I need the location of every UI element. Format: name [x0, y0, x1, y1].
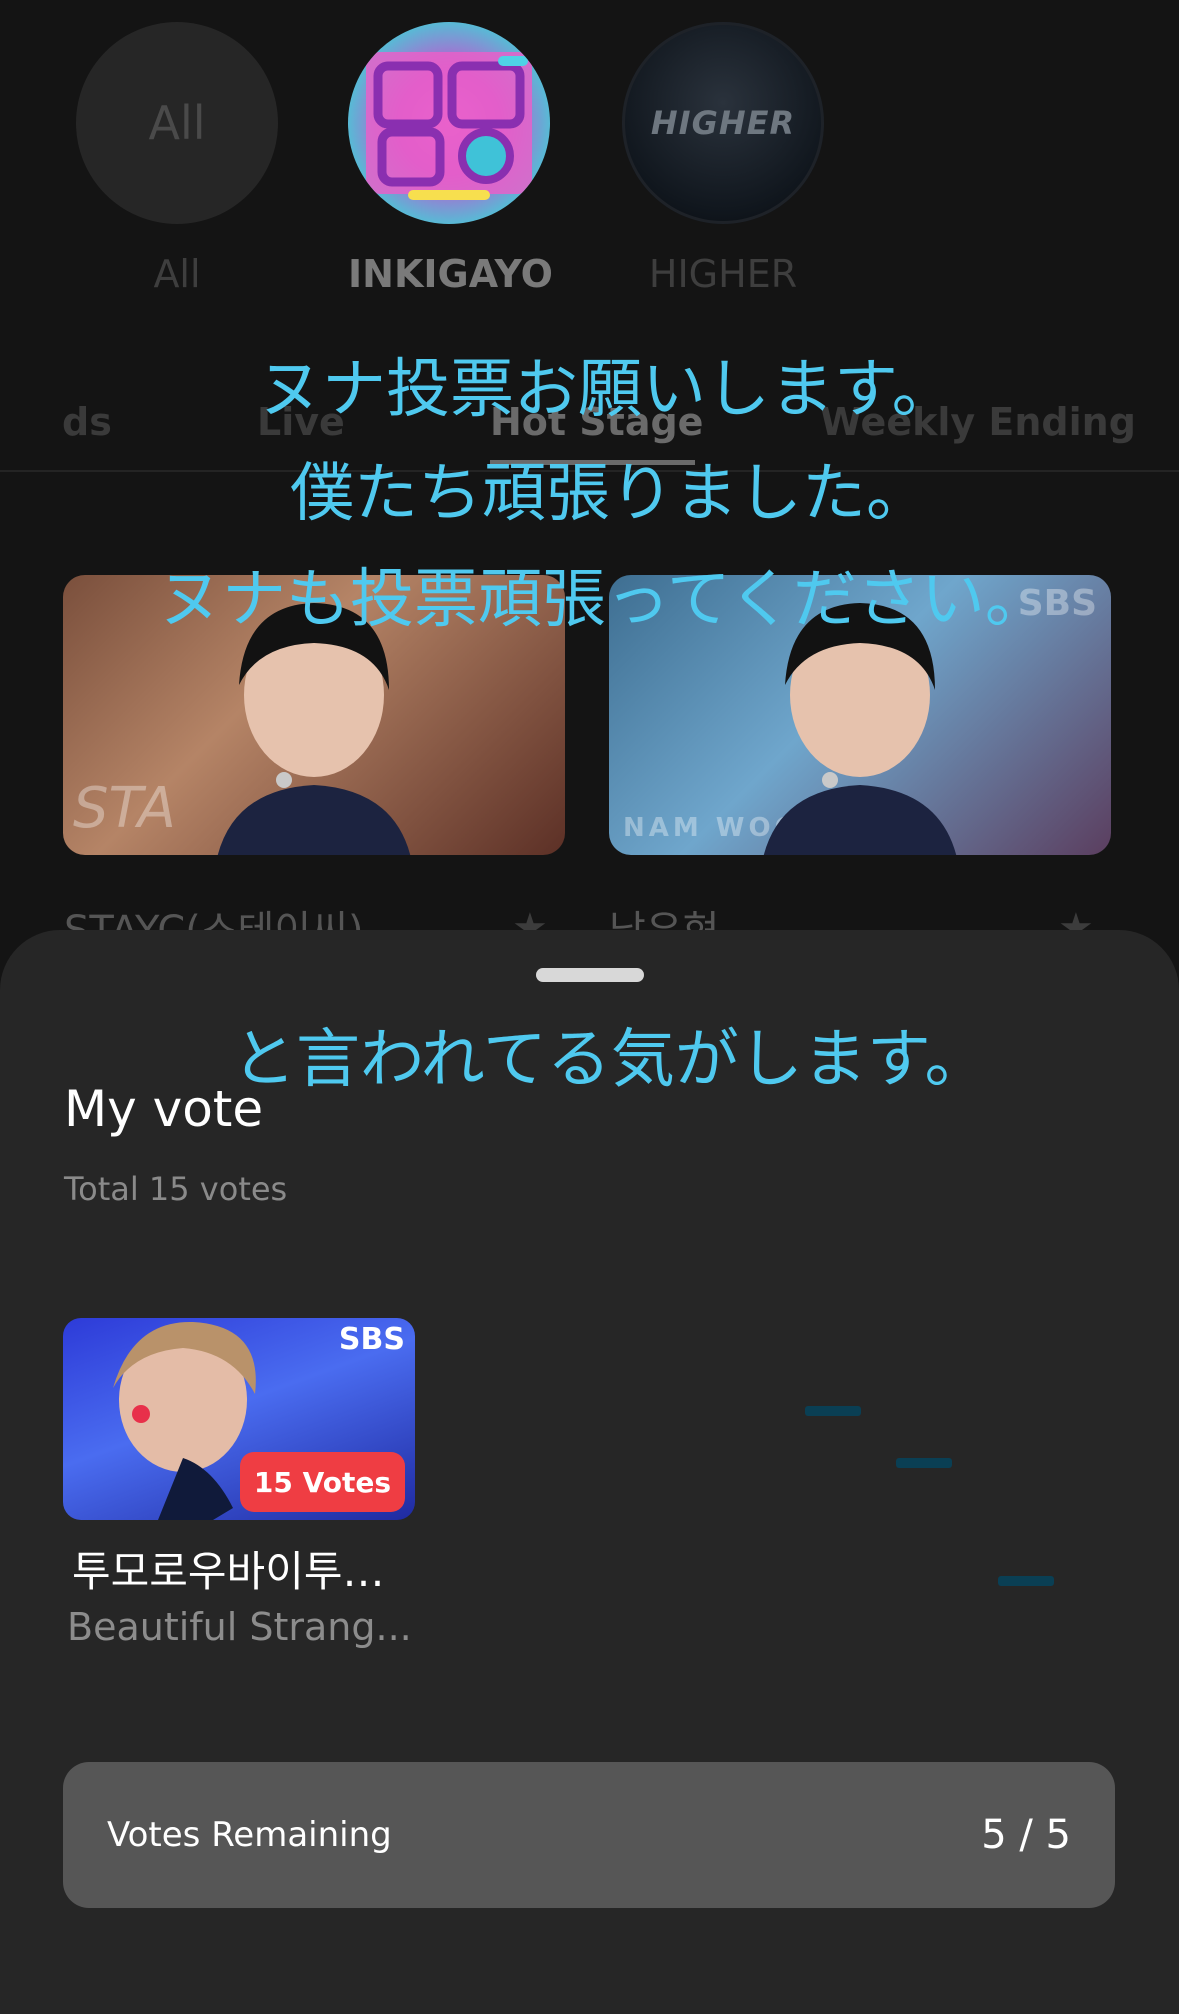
higher-logo: HIGHER	[622, 22, 824, 224]
channel-inkigayo-label: INKIGAYO	[348, 252, 553, 296]
caption-line-2: 僕たち頑張りました。	[290, 457, 930, 531]
channel-all-circle: All	[76, 22, 278, 224]
voted-video-thumbnail[interactable]: SBS 15 Votes	[63, 1318, 415, 1520]
channel-inkigayo[interactable]: INKIGAYO	[348, 22, 553, 296]
votes-remaining-bar: Votes Remaining 5 / 5	[63, 1762, 1115, 1908]
decorative-dash	[805, 1406, 861, 1416]
decorative-dash	[896, 1458, 952, 1468]
inkigayo-logo-art	[366, 52, 532, 200]
channel-higher[interactable]: HIGHER HIGHER	[622, 22, 824, 296]
channel-all[interactable]: All All	[76, 22, 278, 296]
voted-song-title: Beautiful Strang...	[67, 1605, 412, 1649]
higher-logo-text: HIGHER	[650, 104, 796, 142]
votes-remaining-count: 5 / 5	[981, 1812, 1071, 1858]
caption-line-1: ヌナ投票お願いします。	[258, 353, 956, 427]
votes-remaining-label: Votes Remaining	[107, 1815, 392, 1855]
sbs-logo: SBS	[338, 1322, 405, 1357]
channel-all-circle-text: All	[148, 96, 206, 150]
channel-all-label: All	[153, 252, 201, 296]
card-watermark: STA	[73, 776, 176, 841]
voted-artist-name: 투모로우바이투…	[72, 1547, 385, 1596]
decorative-dash	[998, 1576, 1054, 1586]
caption-line-3: ヌナも投票頑張ってください。	[158, 563, 1049, 637]
total-votes: Total 15 votes	[64, 1170, 288, 1208]
inkigayo-logo	[348, 22, 550, 224]
sheet-drag-handle[interactable]	[536, 968, 644, 982]
tab-awards[interactable]: ds	[62, 400, 112, 444]
channel-higher-label: HIGHER	[648, 252, 798, 296]
caption-line-4: と言われてる気がします。	[232, 1023, 989, 1097]
vote-count-badge: 15 Votes	[240, 1452, 405, 1512]
